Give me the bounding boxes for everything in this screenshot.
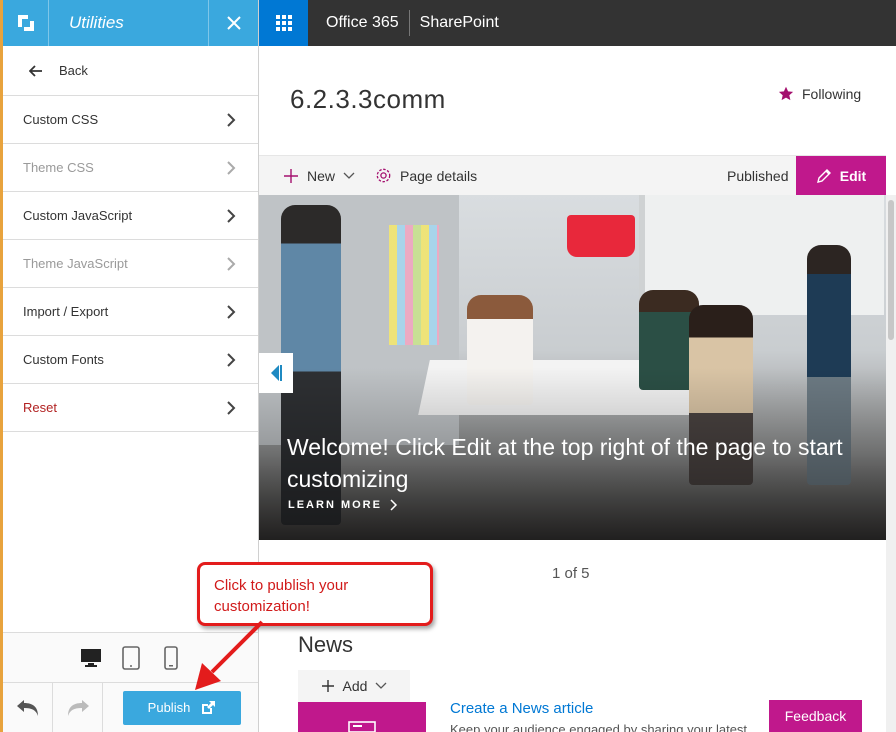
suite-bar: Office 365 SharePoint xyxy=(259,0,896,46)
menu-item-custom-css[interactable]: Custom CSS xyxy=(3,96,258,144)
edit-button[interactable]: Edit xyxy=(796,156,886,196)
menu-item-label: Reset xyxy=(23,400,57,415)
mobile-icon xyxy=(163,645,178,670)
chevron-right-icon xyxy=(227,160,236,175)
redo-button[interactable] xyxy=(53,682,103,732)
undo-button[interactable] xyxy=(3,682,53,732)
office-365-link[interactable]: Office 365 xyxy=(308,10,410,36)
chevron-right-icon xyxy=(227,208,236,223)
plus-icon xyxy=(321,680,334,692)
menu-item-import-export[interactable]: Import / Export xyxy=(3,288,258,336)
plus-icon xyxy=(284,168,298,183)
callout-line-2: customization! xyxy=(214,598,310,615)
external-link-icon xyxy=(202,700,216,714)
back-arrow-icon xyxy=(29,64,42,77)
menu-item-reset[interactable]: Reset xyxy=(3,384,258,432)
panel-title: Utilities xyxy=(69,13,124,32)
menu-item-label: Import / Export xyxy=(23,304,109,319)
desktop-icon xyxy=(80,648,101,667)
tablet-icon xyxy=(121,645,140,670)
chevron-down-icon xyxy=(343,172,355,179)
following-label: Following xyxy=(802,86,862,102)
command-bar: New Page details Published Edit xyxy=(259,155,886,196)
menu-item-theme-css[interactable]: Theme CSS xyxy=(3,144,258,192)
back-button[interactable]: Back xyxy=(3,46,258,96)
menu-item-custom-javascript[interactable]: Custom JavaScript xyxy=(3,192,258,240)
chevron-down-icon xyxy=(375,682,387,689)
app-launcher-button[interactable] xyxy=(259,0,308,46)
page-details-button[interactable]: Page details xyxy=(375,167,477,184)
page-details-label: Page details xyxy=(400,167,478,184)
publish-status: Published xyxy=(727,167,789,184)
edit-label: Edit xyxy=(839,168,867,184)
new-label: New xyxy=(307,167,336,184)
add-news-button[interactable]: Add xyxy=(298,670,410,702)
callout-line-1: Click to publish your xyxy=(214,577,349,594)
hero-banner[interactable]: Welcome! Click Edit at the top right of … xyxy=(259,195,886,540)
hero-headline: Welcome! Click Edit at the top right of … xyxy=(287,434,843,492)
app-logo-icon xyxy=(3,0,49,46)
tablet-preview-button[interactable] xyxy=(120,645,142,670)
menu-item-label: Custom CSS xyxy=(23,112,99,127)
screen: Utilities Back Custom CSS Theme CSS Cust… xyxy=(0,0,896,732)
back-label: Back xyxy=(59,63,88,78)
menu-item-custom-fonts[interactable]: Custom Fonts xyxy=(3,336,258,384)
close-panel-button[interactable] xyxy=(208,0,258,46)
desktop-preview-button[interactable] xyxy=(80,646,102,670)
create-news-article-link[interactable]: Create a News article xyxy=(450,700,593,717)
chevron-right-icon xyxy=(227,112,236,127)
caret-left-icon xyxy=(271,365,282,381)
add-news-label: Add xyxy=(342,678,368,694)
chevron-right-icon xyxy=(227,352,236,367)
publish-button[interactable]: Publish xyxy=(123,690,241,725)
carousel-pager: 1 of 5 xyxy=(552,565,590,582)
feedback-button[interactable]: Feedback xyxy=(769,700,862,732)
learn-more-link[interactable]: LEARN MORE xyxy=(288,499,398,511)
site-title[interactable]: 6.2.3.3comm xyxy=(290,84,446,115)
device-preview-switcher xyxy=(3,632,258,682)
scrollbar-thumb[interactable] xyxy=(888,200,894,340)
following-button[interactable]: Following xyxy=(778,86,861,102)
new-button[interactable]: New xyxy=(283,168,355,184)
learn-more-label: LEARN MORE xyxy=(288,499,382,511)
redo-icon xyxy=(67,699,89,716)
news-thumbnail[interactable] xyxy=(298,702,426,732)
undo-icon xyxy=(16,699,38,716)
close-icon xyxy=(226,16,241,30)
mobile-preview-button[interactable] xyxy=(160,645,182,670)
chevron-right-icon xyxy=(227,256,236,271)
star-icon xyxy=(778,86,794,101)
chevron-right-icon xyxy=(227,400,236,415)
menu-item-label: Custom Fonts xyxy=(23,352,104,367)
menu-item-label: Theme JavaScript xyxy=(23,256,128,271)
menu-item-label: Theme CSS xyxy=(23,160,94,175)
chevron-right-icon xyxy=(227,304,236,319)
chevron-right-icon xyxy=(390,499,398,511)
news-heading: News xyxy=(298,632,354,657)
sharepoint-link[interactable]: SharePoint xyxy=(410,14,499,32)
panel-footer: Publish xyxy=(3,682,258,732)
publish-label: Publish xyxy=(147,700,191,715)
news-article-icon xyxy=(348,721,376,732)
pencil-icon xyxy=(816,169,831,183)
gear-icon xyxy=(376,168,391,183)
panel-header: Utilities xyxy=(3,0,258,46)
waffle-icon xyxy=(275,15,292,31)
annotation-callout: Click to publish your customization! xyxy=(197,562,433,626)
news-description: Keep your audience engaged by sharing yo… xyxy=(450,722,748,732)
menu-item-label: Custom JavaScript xyxy=(23,208,133,223)
menu-item-theme-javascript[interactable]: Theme JavaScript xyxy=(3,240,258,288)
carousel-previous-button[interactable] xyxy=(259,353,293,393)
